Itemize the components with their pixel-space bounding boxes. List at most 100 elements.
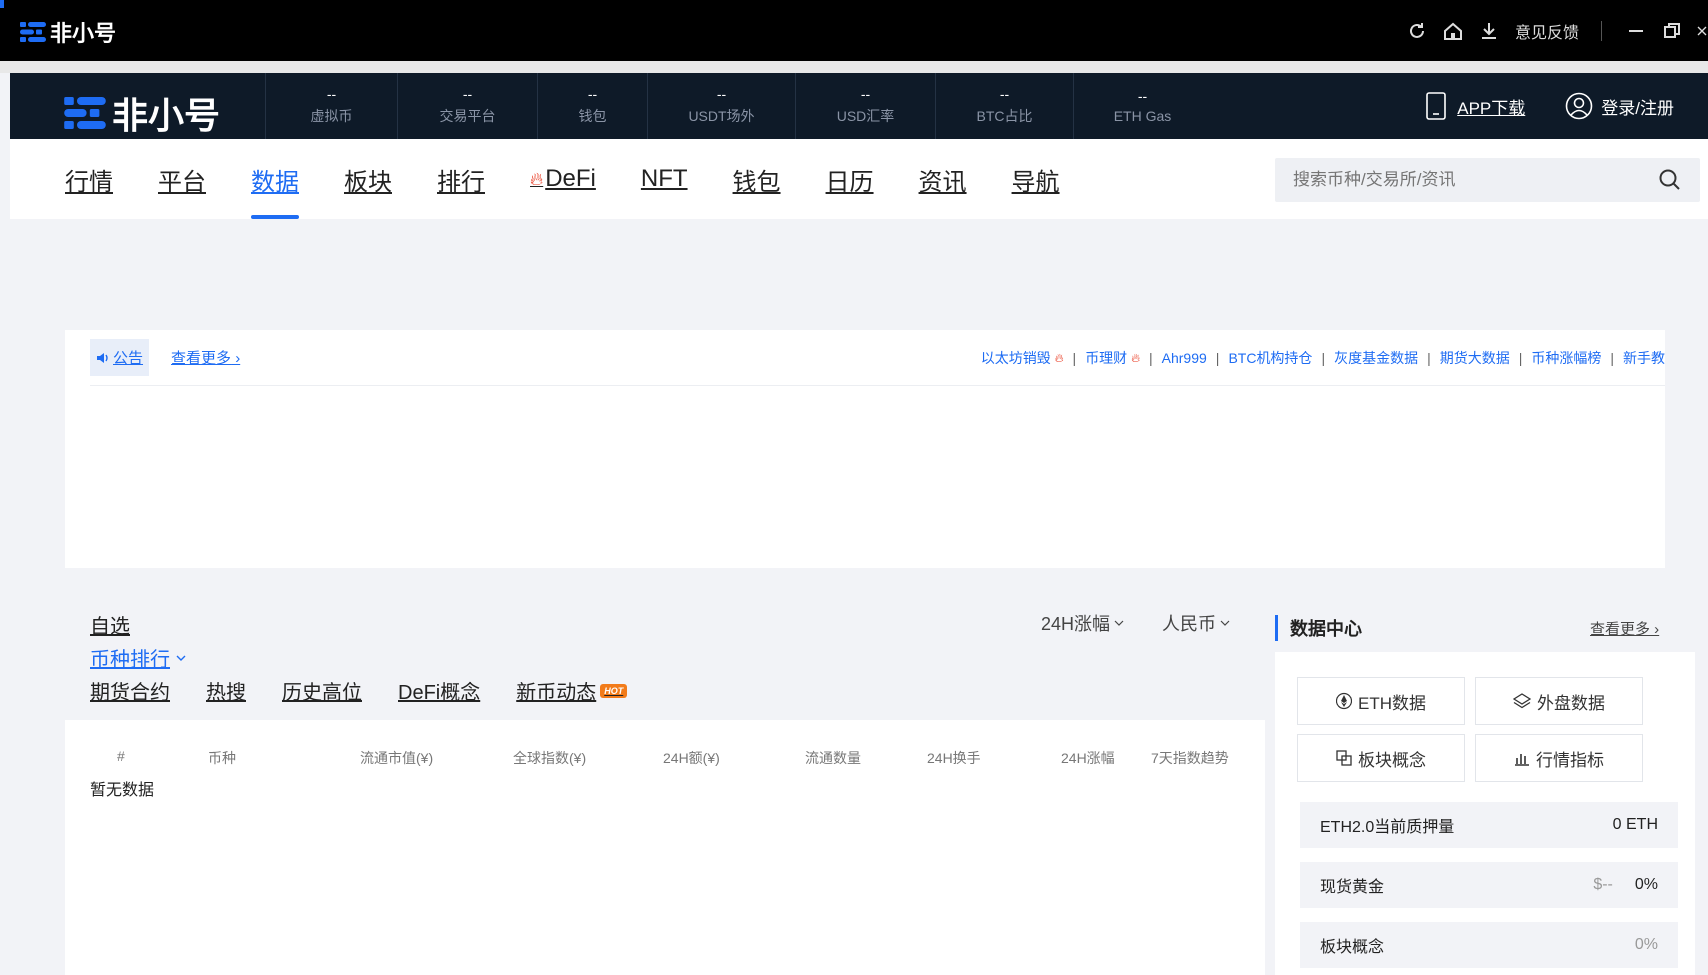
row-values: $-- 0% xyxy=(1593,876,1658,894)
search-icon[interactable] xyxy=(1658,168,1682,192)
data-center-more-link[interactable]: 查看更多 › xyxy=(1590,618,1659,639)
ranking-dropdown[interactable]: 币种排行 xyxy=(90,643,186,672)
quick-link[interactable]: BTC机构持仓 xyxy=(1228,348,1312,368)
nav-item-news[interactable]: 资讯 xyxy=(919,139,967,219)
quick-link[interactable]: 币种涨幅榜 xyxy=(1531,348,1601,368)
bar-chart-icon xyxy=(1515,754,1529,766)
market-indicator-button[interactable]: 行情指标 xyxy=(1475,734,1643,782)
titlebar-accent xyxy=(0,0,4,8)
stat-btc-dominance[interactable]: -- BTC占比 xyxy=(935,73,1073,139)
change-period-select[interactable]: 24H涨幅 xyxy=(1041,610,1124,636)
row-values: 0 ETH xyxy=(1613,816,1658,834)
site-logo[interactable]: 非小号 xyxy=(64,87,220,139)
stat-exchanges[interactable]: -- 交易平台 xyxy=(397,73,537,139)
close-icon[interactable] xyxy=(1696,19,1708,43)
home-icon[interactable] xyxy=(1441,19,1465,43)
stat-eth-gas[interactable]: -- ETH Gas xyxy=(1073,73,1211,139)
sector-concept-row[interactable]: 板块概念 0% xyxy=(1300,922,1678,968)
hot-badge: HOT xyxy=(600,683,628,698)
titlebar-divider xyxy=(1601,21,1602,41)
column-header-market-cap[interactable]: 流通市值(¥) xyxy=(360,748,433,768)
tab-all-time-high[interactable]: 历史高位 xyxy=(282,676,362,705)
download-icon[interactable] xyxy=(1477,19,1501,43)
titlebar-logo: 非小号 xyxy=(20,16,116,48)
stat-wallets[interactable]: -- 钱包 xyxy=(537,73,647,139)
nav-item-sector[interactable]: 板块 xyxy=(344,139,392,219)
currency-select[interactable]: 人民币 xyxy=(1162,610,1230,636)
site-header: 非小号 -- 虚拟币 -- 交易平台 -- 钱包 -- USDT场外 -- US… xyxy=(10,73,1708,139)
nav-item-navigation[interactable]: 导航 xyxy=(1012,139,1060,219)
refresh-icon[interactable] xyxy=(1405,19,1429,43)
stat-value: -- xyxy=(716,86,727,102)
external-market-button[interactable]: 外盘数据 xyxy=(1475,677,1643,725)
row-label: 现货黄金 xyxy=(1320,879,1385,896)
app-download-link[interactable]: APP下载 xyxy=(1425,92,1525,120)
login-label: 登录/注册 xyxy=(1601,98,1674,118)
change-period-label: 24H涨幅 xyxy=(1040,614,1110,634)
quick-link[interactable]: 期货大数据 xyxy=(1440,348,1510,368)
market-indicator-label: 行情指标 xyxy=(1536,750,1604,770)
quick-link[interactable]: 以太坊销毁 🔥︎ xyxy=(981,348,1064,368)
site-logo-text: 非小号 xyxy=(112,95,221,136)
nav-item-data[interactable]: 数据 xyxy=(251,139,299,219)
column-header-24h-volume[interactable]: 24H额(¥) xyxy=(663,748,720,768)
nav-item-wallet[interactable]: 钱包 xyxy=(733,139,781,219)
watchlist-tab[interactable]: 自选 xyxy=(90,610,130,639)
sector-concept-button[interactable]: 板块概念 xyxy=(1297,734,1465,782)
nav-item-calendar[interactable]: 日历 xyxy=(826,139,874,219)
nav-item-platform[interactable]: 平台 xyxy=(158,139,206,219)
column-header-supply[interactable]: 流通数量 xyxy=(805,748,861,768)
search-input[interactable] xyxy=(1293,170,1658,190)
stat-usdt-otc[interactable]: -- USDT场外 xyxy=(647,73,795,139)
row-value: 0% xyxy=(1634,936,1658,953)
nav-item-nft[interactable]: NFT xyxy=(641,139,688,219)
user-icon xyxy=(1565,92,1593,120)
fire-icon: 🔥︎ xyxy=(1054,350,1064,365)
quick-link[interactable]: 灰度基金数据 xyxy=(1334,348,1418,368)
coin-table: # 币种 流通市值(¥) 全球指数(¥) 24H额(¥) 流通数量 24H换手 … xyxy=(65,720,1265,975)
external-market-label: 外盘数据 xyxy=(1537,693,1605,713)
quick-link[interactable]: 新手教 xyxy=(1623,348,1665,368)
coin-list-header: 自选 币种排行 期货合约 热搜 历史高位 DeFi概念 新币动态 HOT 24H… xyxy=(65,600,1265,720)
nav-item-market[interactable]: 行情 xyxy=(65,139,113,219)
tab-futures[interactable]: 期货合约 xyxy=(90,676,170,705)
row-value: 0 ETH xyxy=(1612,816,1658,833)
divider: | xyxy=(1427,350,1431,366)
column-header-24h-turnover[interactable]: 24H换手 xyxy=(927,748,981,768)
nav-item-ranking[interactable]: 排行 xyxy=(437,139,485,219)
fire-icon: 🔥︎ xyxy=(530,168,544,189)
eth-data-button[interactable]: ETH数据 xyxy=(1297,677,1465,725)
column-header-rank[interactable]: # xyxy=(117,748,125,764)
row-label: 板块概念 xyxy=(1320,939,1385,956)
main-nav: 行情 平台 数据 板块 排行 🔥︎ DeFi NFT 钱包 日历 资讯 导航 xyxy=(10,139,1708,219)
stat-coins[interactable]: -- 虚拟币 xyxy=(265,73,397,139)
restore-icon[interactable] xyxy=(1660,19,1684,43)
stat-label: 交易平台 xyxy=(439,108,496,124)
quick-link[interactable]: 币理财 🔥︎ xyxy=(1085,348,1140,368)
tab-new-coins[interactable]: 新币动态 HOT xyxy=(516,676,628,705)
tab-defi[interactable]: DeFi概念 xyxy=(398,676,480,705)
announcement-tag[interactable]: 公告 xyxy=(90,339,150,376)
row-label: ETH2.0当前质押量 xyxy=(1320,819,1455,836)
eth2-staking-row[interactable]: ETH2.0当前质押量 0 ETH xyxy=(1300,802,1678,848)
sector-concept-label: 板块概念 xyxy=(1358,750,1426,770)
data-center-panel: ETH数据 外盘数据 板块概念 行情指标 ETH2.0当前质押量 0 ETH 现… xyxy=(1275,652,1695,975)
eth-data-label: ETH数据 xyxy=(1358,693,1426,713)
login-link[interactable]: 登录/注册 xyxy=(1565,92,1674,120)
column-header-coin[interactable]: 币种 xyxy=(208,748,236,768)
column-header-24h-change[interactable]: 24H涨幅 xyxy=(1061,748,1115,768)
empty-state: 暂无数据 xyxy=(90,782,155,799)
announcement-more-label: 查看更多 xyxy=(171,350,232,367)
quick-link[interactable]: Ahr999 xyxy=(1162,350,1207,366)
feedback-button[interactable]: 意见反馈 xyxy=(1515,19,1579,43)
nav-item-defi[interactable]: 🔥︎ DeFi xyxy=(530,139,596,219)
column-header-global-index[interactable]: 全球指数(¥) xyxy=(513,748,586,768)
chevron-down-icon xyxy=(1220,620,1230,626)
header-actions: APP下载 登录/注册 xyxy=(1425,73,1674,139)
data-center-title: 数据中心 xyxy=(1275,615,1362,641)
stat-usd-rate[interactable]: -- USD汇率 xyxy=(795,73,935,139)
spot-gold-row[interactable]: 现货黄金 $-- 0% xyxy=(1300,862,1678,908)
minimize-icon[interactable] xyxy=(1624,19,1648,43)
tab-trending[interactable]: 热搜 xyxy=(206,676,246,705)
announcement-more-link[interactable]: 查看更多 › xyxy=(171,347,240,368)
